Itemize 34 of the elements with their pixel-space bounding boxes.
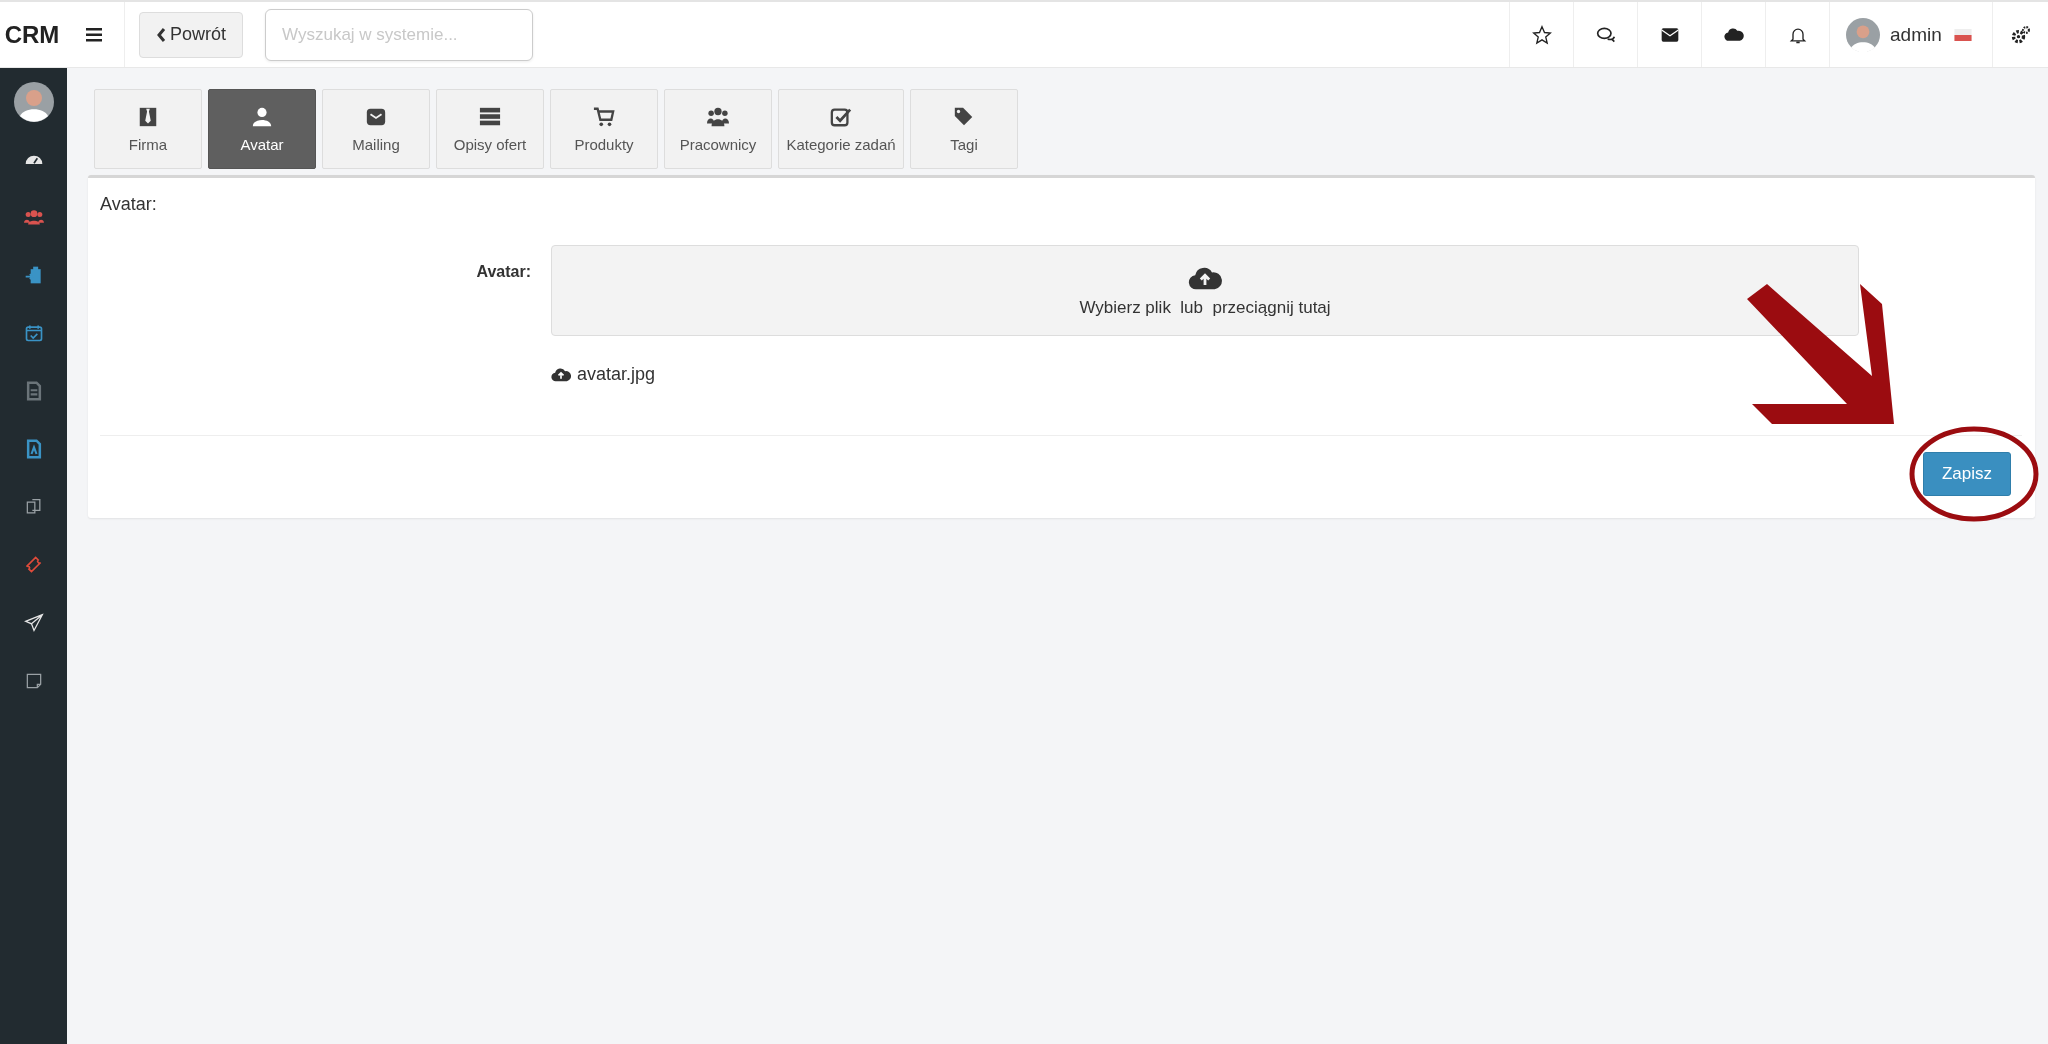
back-button[interactable]: Powrót bbox=[139, 11, 244, 58]
save-button[interactable]: Zapisz bbox=[1922, 452, 2011, 496]
tab[interactable]: Tagi bbox=[910, 89, 1018, 169]
panel-title: Avatar: bbox=[100, 194, 158, 215]
tab[interactable]: Opisy ofert bbox=[436, 89, 544, 169]
tags-icon bbox=[953, 105, 975, 128]
tab[interactable]: Kategorie zadań bbox=[778, 89, 904, 169]
tab[interactable]: Avatar bbox=[208, 89, 316, 169]
menu-icon[interactable] bbox=[86, 27, 102, 42]
calendar-icon[interactable] bbox=[23, 323, 44, 343]
users-icon[interactable] bbox=[23, 207, 44, 227]
field-label: Avatar: bbox=[475, 262, 532, 282]
star-icon[interactable] bbox=[1531, 24, 1552, 45]
tab[interactable]: Produkty bbox=[550, 89, 658, 169]
chevron-left-icon bbox=[156, 26, 166, 43]
tab[interactable]: Pracownicy bbox=[664, 89, 772, 169]
file-dropzone[interactable]: Wybierz plik lub przeciągnij tutaj bbox=[551, 245, 1859, 336]
tie-icon bbox=[137, 105, 159, 128]
flag-icon[interactable] bbox=[1951, 28, 1974, 41]
paper-plane-icon[interactable] bbox=[23, 613, 44, 633]
tab[interactable]: Mailing bbox=[322, 89, 430, 169]
server-icon bbox=[479, 105, 501, 128]
file-name[interactable]: avatar.jpg bbox=[577, 364, 656, 385]
user-icon bbox=[251, 105, 273, 128]
clipboard-icon[interactable] bbox=[23, 265, 44, 285]
tab[interactable]: Firma bbox=[94, 89, 202, 169]
cart-icon bbox=[593, 105, 615, 128]
ticket-icon[interactable] bbox=[23, 555, 44, 575]
users-icon bbox=[707, 105, 729, 128]
cloud-upload-icon bbox=[551, 366, 571, 383]
logo[interactable]: CRM bbox=[0, 20, 64, 49]
user-name[interactable]: admin bbox=[1890, 23, 1942, 46]
avatar-icon[interactable] bbox=[13, 82, 54, 122]
settings-icon[interactable] bbox=[2010, 24, 2031, 45]
